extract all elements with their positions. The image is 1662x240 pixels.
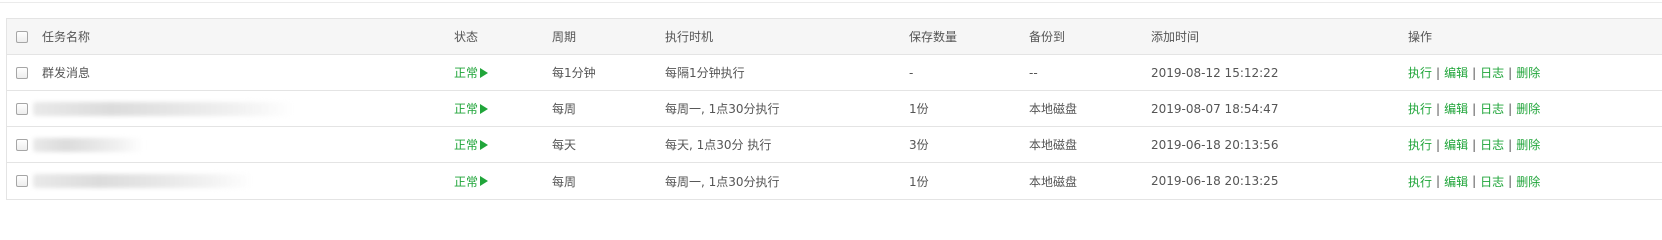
edit-link[interactable]: 编辑	[1444, 136, 1468, 153]
task-added-time: 2019-06-18 20:13:25	[1151, 174, 1279, 188]
task-name-redacted	[33, 91, 293, 126]
row-checkbox[interactable]	[16, 102, 28, 115]
ops-separator: |	[1508, 65, 1513, 80]
task-backup-to: 本地磁盘	[1029, 102, 1078, 116]
row-checkbox[interactable]	[16, 138, 28, 151]
ops-separator: |	[1472, 137, 1477, 152]
header-keep-count: 保存数量	[909, 30, 958, 44]
header-added-time: 添加时间	[1151, 30, 1200, 44]
task-name-redacted	[33, 127, 143, 162]
play-icon	[480, 67, 489, 78]
header-backup-to: 备份到	[1029, 30, 1066, 44]
task-keep-count: 1份	[909, 102, 929, 116]
edit-link[interactable]: 编辑	[1444, 173, 1468, 190]
redaction-blur	[33, 174, 253, 188]
task-name: 群发消息	[42, 66, 91, 80]
status-text: 正常	[454, 66, 479, 80]
task-keep-count: 3份	[909, 138, 929, 152]
task-backup-to: 本地磁盘	[1029, 138, 1078, 152]
ops-separator: |	[1508, 101, 1513, 116]
header-ops: 操作	[1408, 30, 1433, 44]
row-ops: 执行 | 编辑 | 日志 | 删除	[1408, 163, 1540, 199]
row-checkbox[interactable]	[16, 175, 28, 187]
run-link[interactable]: 执行	[1408, 136, 1432, 153]
task-period: 每1分钟	[552, 66, 596, 80]
crontab-task-table: 任务名称 状态 周期 执行时机 保存数量 备份到 添加时间 操作 群发消息 正常…	[6, 18, 1662, 200]
redaction-blur	[33, 137, 143, 152]
status-text: 正常	[454, 174, 479, 189]
log-link[interactable]: 日志	[1480, 136, 1504, 153]
ops-separator: |	[1436, 101, 1441, 116]
ops-separator: |	[1436, 137, 1441, 152]
task-period: 每天	[552, 138, 577, 152]
task-period: 每周	[552, 102, 577, 116]
row-ops: 执行 | 编辑 | 日志 | 删除	[1408, 91, 1540, 126]
task-period: 每周	[552, 174, 577, 189]
ops-separator: |	[1436, 65, 1441, 80]
task-exec-time: 每周一, 1点30分执行	[665, 174, 780, 189]
ops-separator: |	[1472, 174, 1477, 188]
status-toggle[interactable]: 正常	[454, 163, 489, 199]
header-task-name: 任务名称	[42, 30, 91, 44]
ops-separator: |	[1508, 174, 1513, 188]
status-text: 正常	[454, 102, 479, 116]
ops-separator: |	[1436, 174, 1441, 188]
delete-link[interactable]: 删除	[1516, 100, 1540, 117]
edit-link[interactable]: 编辑	[1444, 100, 1468, 117]
play-icon	[480, 176, 489, 186]
select-all-checkbox[interactable]	[16, 30, 28, 43]
run-link[interactable]: 执行	[1408, 64, 1432, 81]
task-backup-to: 本地磁盘	[1029, 174, 1078, 189]
ops-separator: |	[1472, 65, 1477, 80]
task-added-time: 2019-08-07 18:54:47	[1151, 101, 1279, 116]
header-exec-time: 执行时机	[665, 30, 714, 44]
delete-link[interactable]: 删除	[1516, 136, 1540, 153]
table-row: 正常 每天 每天, 1点30分 执行 3份 本地磁盘 2019-06-18 20…	[7, 127, 1662, 163]
status-toggle[interactable]: 正常	[454, 127, 489, 162]
row-select[interactable]	[16, 163, 28, 199]
run-link[interactable]: 执行	[1408, 173, 1432, 190]
row-ops: 执行 | 编辑 | 日志 | 删除	[1408, 127, 1540, 162]
edit-link[interactable]: 编辑	[1444, 64, 1468, 81]
ops-separator: |	[1508, 137, 1513, 152]
task-exec-time: 每天, 1点30分 执行	[665, 138, 772, 152]
header-select-all[interactable]	[16, 19, 28, 54]
play-icon	[480, 139, 489, 150]
table-row: 群发消息 正常 每1分钟 每隔1分钟执行 - -- 2019-08-12 15:…	[7, 55, 1662, 91]
log-link[interactable]: 日志	[1480, 173, 1504, 190]
header-period: 周期	[552, 30, 577, 44]
task-exec-time: 每周一, 1点30分执行	[665, 102, 780, 116]
table-row: 正常 每周 每周一, 1点30分执行 1份 本地磁盘 2019-08-07 18…	[7, 91, 1662, 127]
play-icon	[480, 103, 489, 114]
task-added-time: 2019-06-18 20:13:56	[1151, 137, 1279, 152]
row-select[interactable]	[16, 127, 28, 162]
run-link[interactable]: 执行	[1408, 100, 1432, 117]
status-text: 正常	[454, 138, 479, 152]
table-header-row: 任务名称 状态 周期 执行时机 保存数量 备份到 添加时间 操作	[7, 19, 1662, 55]
task-added-time: 2019-08-12 15:12:22	[1151, 65, 1279, 80]
row-select[interactable]	[16, 91, 28, 126]
row-ops: 执行 | 编辑 | 日志 | 删除	[1408, 55, 1540, 90]
redaction-blur	[33, 101, 293, 116]
ops-separator: |	[1472, 101, 1477, 116]
delete-link[interactable]: 删除	[1516, 173, 1540, 190]
row-checkbox[interactable]	[16, 66, 28, 79]
header-status: 状态	[454, 30, 479, 44]
status-toggle[interactable]: 正常	[454, 91, 489, 126]
task-backup-to: --	[1029, 65, 1038, 80]
top-divider	[0, 2, 1662, 3]
delete-link[interactable]: 删除	[1516, 64, 1540, 81]
status-toggle[interactable]: 正常	[454, 55, 489, 90]
log-link[interactable]: 日志	[1480, 100, 1504, 117]
row-select[interactable]	[16, 55, 28, 90]
table-row: 正常 每周 每周一, 1点30分执行 1份 本地磁盘 2019-06-18 20…	[7, 163, 1662, 199]
task-keep-count: -	[909, 65, 914, 80]
task-keep-count: 1份	[909, 174, 929, 189]
log-link[interactable]: 日志	[1480, 64, 1504, 81]
task-exec-time: 每隔1分钟执行	[665, 66, 745, 80]
task-name-redacted	[33, 163, 253, 199]
